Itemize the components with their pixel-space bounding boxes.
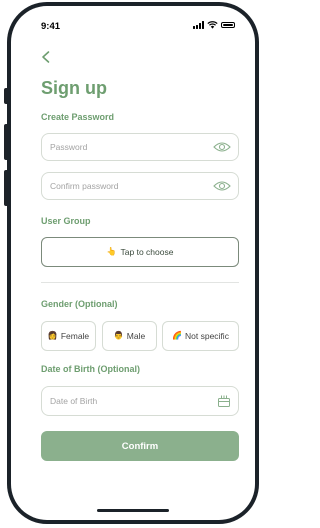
password-field[interactable] [41,133,239,161]
wifi-icon [207,21,218,29]
confirm-password-field[interactable] [41,172,239,200]
back-arrow-icon[interactable] [39,50,53,64]
password-input[interactable] [50,134,200,160]
dob-input[interactable] [50,387,200,415]
confirm-password-input[interactable] [50,173,200,199]
gender-option-label: Female [60,331,90,341]
dob-label: Date of Birth (Optional) [41,364,140,374]
eye-icon[interactable] [213,141,231,153]
status-bar: 9:41 [11,6,255,42]
status-time: 9:41 [41,21,61,32]
create-password-label: Create Password [41,112,115,122]
tap-to-choose-label: Tap to choose [120,247,174,257]
page-title: Sign up [41,78,107,98]
divider [41,282,239,283]
user-group-label: User Group [41,216,91,226]
tap-to-choose-button[interactable]: 👆 Tap to choose [41,237,239,267]
gender-option-label: Male [126,331,146,341]
gender-option-label: Not specific [185,331,229,341]
gender-option-male[interactable]: 👨 Male [102,321,157,351]
man-icon: 👨 [113,331,124,340]
gender-label: Gender (Optional) [41,299,118,309]
signal-icon [193,21,204,29]
rainbow-icon: 🌈 [172,331,183,340]
pointing-hand-icon: 👆 [106,247,117,256]
status-icons [193,21,235,29]
battery-icon [221,21,235,29]
gender-option-female[interactable]: 👩 Female [41,321,96,351]
gender-option-not-specific[interactable]: 🌈 Not specific [162,321,239,351]
home-indicator [97,509,169,512]
dob-field[interactable] [41,386,239,416]
confirm-button[interactable]: Confirm [41,431,239,461]
phone-frame: 9:41 Sign up Create Password User Group … [7,2,259,524]
eye-icon[interactable] [213,180,231,192]
woman-icon: 👩 [47,331,58,340]
screen: 9:41 Sign up Create Password User Group … [11,6,255,520]
calendar-icon[interactable] [217,394,231,408]
